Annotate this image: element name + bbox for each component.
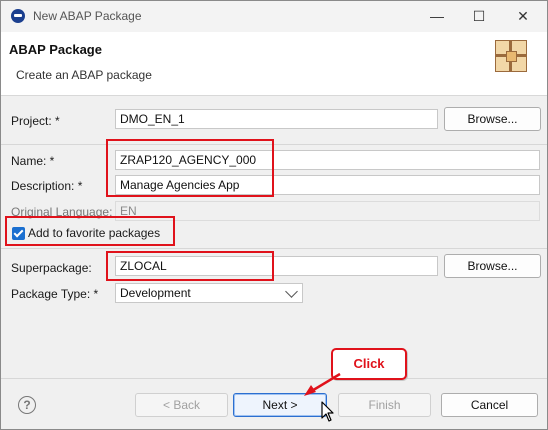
separator	[1, 144, 547, 145]
callout-arrow-icon	[304, 372, 341, 396]
highlight-name-description	[106, 139, 274, 197]
project-label: Project: *	[11, 114, 60, 128]
wizard-subtitle: Create an ABAP package	[16, 68, 152, 82]
mouse-cursor-icon	[321, 401, 334, 422]
title-bar: New ABAP Package — ☐ ✕	[1, 1, 547, 32]
wizard-header: ABAP Package Create an ABAP package	[1, 32, 547, 96]
superpackage-label: Superpackage:	[11, 261, 92, 275]
footer-separator	[1, 378, 547, 379]
minimize-button[interactable]: —	[427, 7, 447, 25]
window-title: New ABAP Package	[33, 9, 142, 23]
project-browse-button[interactable]: Browse...	[444, 107, 541, 131]
original-language-field: EN	[115, 201, 540, 221]
close-button[interactable]: ✕	[513, 7, 533, 25]
eclipse-app-icon	[11, 9, 25, 23]
project-field[interactable]: DMO_EN_1	[115, 109, 438, 129]
maximize-button[interactable]: ☐	[469, 7, 489, 25]
back-button[interactable]: < Back	[135, 393, 228, 417]
description-label: Description: *	[11, 179, 83, 193]
name-label: Name: *	[11, 154, 55, 168]
package-wizard-icon	[495, 40, 527, 72]
package-type-select[interactable]: Development	[115, 283, 303, 303]
separator	[1, 248, 547, 249]
help-icon[interactable]: ?	[18, 396, 36, 414]
chevron-down-icon	[285, 285, 298, 298]
cancel-button[interactable]: Cancel	[441, 393, 538, 417]
highlight-favorite	[5, 216, 175, 246]
wizard-title: ABAP Package	[9, 42, 102, 57]
finish-button[interactable]: Finish	[338, 393, 431, 417]
superpackage-browse-button[interactable]: Browse...	[444, 254, 541, 278]
highlight-superpackage	[106, 251, 274, 281]
package-type-value: Development	[120, 286, 191, 300]
dialog-window: New ABAP Package — ☐ ✕ ABAP Package Crea…	[0, 0, 548, 430]
package-type-label: Package Type: *	[11, 287, 99, 301]
